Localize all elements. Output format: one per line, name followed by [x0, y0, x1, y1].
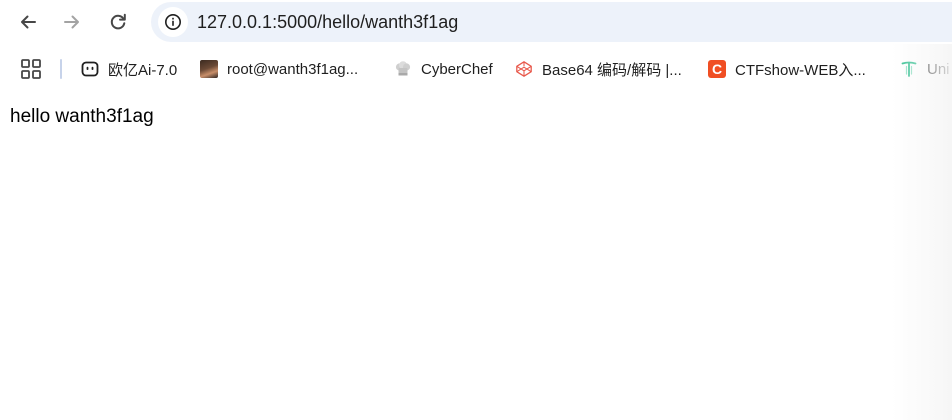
arrow-left-icon: [21, 15, 36, 29]
robot-face-icon: [81, 60, 99, 78]
address-bar[interactable]: 127.0.0.1:5000/hello/wanth3f1ag: [151, 2, 952, 42]
bookmark-root-wanth3f1ag[interactable]: root@wanth3f1ag...: [200, 57, 358, 81]
bookmark-label: 欧亿Ai-7.0: [108, 61, 178, 79]
page-body-text: hello wanth3f1ag: [10, 106, 154, 127]
ctfshow-c-icon: C: [708, 60, 726, 78]
bookmarks-bar: 欧亿Ai-7.0 root@wanth3f1ag... CyberChef Ba…: [0, 50, 952, 88]
apps-button[interactable]: [20, 58, 42, 80]
bookmark-label: Base64 编码/解码 |...: [542, 61, 682, 79]
forward-button[interactable]: [57, 7, 87, 37]
page-content: hello wanth3f1ag: [0, 92, 952, 420]
t-logo-icon: [900, 60, 918, 78]
bookmark-uni[interactable]: Uni: [900, 57, 950, 81]
browser-window: 127.0.0.1:5000/hello/wanth3f1ag 欧亿Ai-7.0: [0, 0, 952, 420]
info-icon: [165, 14, 181, 30]
reload-button[interactable]: [103, 7, 133, 37]
bookmark-ctfshow[interactable]: C CTFshow-WEB入...: [708, 57, 866, 81]
apps-grid-icon: [21, 59, 41, 79]
url-text[interactable]: 127.0.0.1:5000/hello/wanth3f1ag: [197, 12, 458, 33]
bookmarks-divider: [60, 59, 62, 79]
arrow-right-icon: [64, 15, 79, 29]
reload-icon: [110, 13, 126, 30]
bookmark-label: CyberChef: [421, 60, 493, 78]
browser-toolbar: 127.0.0.1:5000/hello/wanth3f1ag: [0, 0, 952, 44]
bookmark-label: Uni: [927, 60, 950, 78]
bookmark-label: root@wanth3f1ag...: [227, 60, 359, 78]
site-info-button[interactable]: [158, 7, 188, 37]
bookmark-ouyi-ai[interactable]: 欧亿Ai-7.0: [81, 57, 177, 81]
bookmark-label: CTFshow-WEB入...: [735, 61, 866, 79]
codepen-cube-icon: [515, 60, 533, 78]
bookmark-cyberchef[interactable]: CyberChef: [394, 57, 493, 81]
avatar-icon: [200, 60, 218, 78]
bookmark-base64[interactable]: Base64 编码/解码 |...: [515, 57, 682, 81]
back-button[interactable]: [13, 7, 43, 37]
chef-hat-icon: [394, 60, 412, 78]
